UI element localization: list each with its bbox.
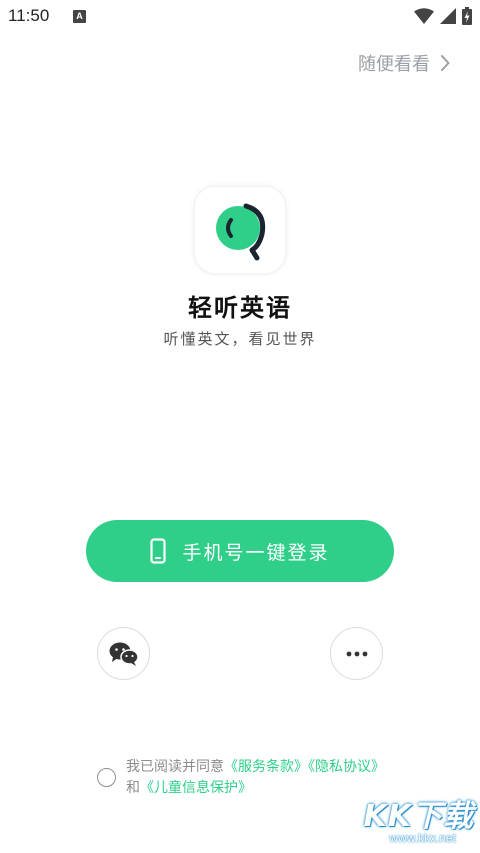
- chevron-right-icon: [441, 55, 450, 71]
- wechat-login-button[interactable]: [97, 627, 150, 680]
- more-login-options-button[interactable]: [330, 627, 383, 680]
- battery-icon: [462, 7, 472, 25]
- agreement-text: 我已阅读并同意《服务条款》《隐私协议》和《儿童信息保护》: [126, 757, 386, 799]
- one-tap-login-button[interactable]: 手机号一键登录: [86, 520, 394, 582]
- browse-button[interactable]: 随便看看: [358, 50, 450, 76]
- phone-icon: [150, 538, 167, 564]
- wifi-icon: [414, 8, 434, 24]
- notification-a-icon: A: [73, 10, 86, 23]
- agreement-prefix: 我已阅读并同意: [126, 759, 224, 775]
- wechat-icon: [109, 642, 139, 666]
- children-protection-link[interactable]: 《儿童信息保护》: [140, 780, 252, 796]
- privacy-link[interactable]: 《隐私协议》: [308, 759, 385, 775]
- status-bar: 11:50 A: [0, 0, 480, 34]
- status-time: 11:50: [8, 6, 50, 25]
- app-name: 轻听英语: [188, 294, 292, 322]
- watermark-brand: KK下载: [363, 799, 474, 834]
- watermark: KK下载 www.kkx.net: [358, 787, 478, 853]
- terms-link[interactable]: 《服务条款》: [224, 759, 308, 775]
- agreement-and: 和: [126, 780, 140, 796]
- signal-icon: [440, 8, 456, 24]
- app-logo: [195, 187, 285, 273]
- watermark-domain: www.kkx.net: [389, 831, 456, 845]
- more-dots-icon: [346, 651, 367, 656]
- agreement-radio[interactable]: [97, 768, 116, 787]
- browse-label: 随便看看: [358, 54, 430, 75]
- status-icons: [414, 7, 472, 25]
- one-tap-login-label: 手机号一键登录: [182, 541, 330, 564]
- app-slogan: 听懂英文，看见世界: [163, 330, 317, 348]
- app-logo-icon: [216, 203, 266, 261]
